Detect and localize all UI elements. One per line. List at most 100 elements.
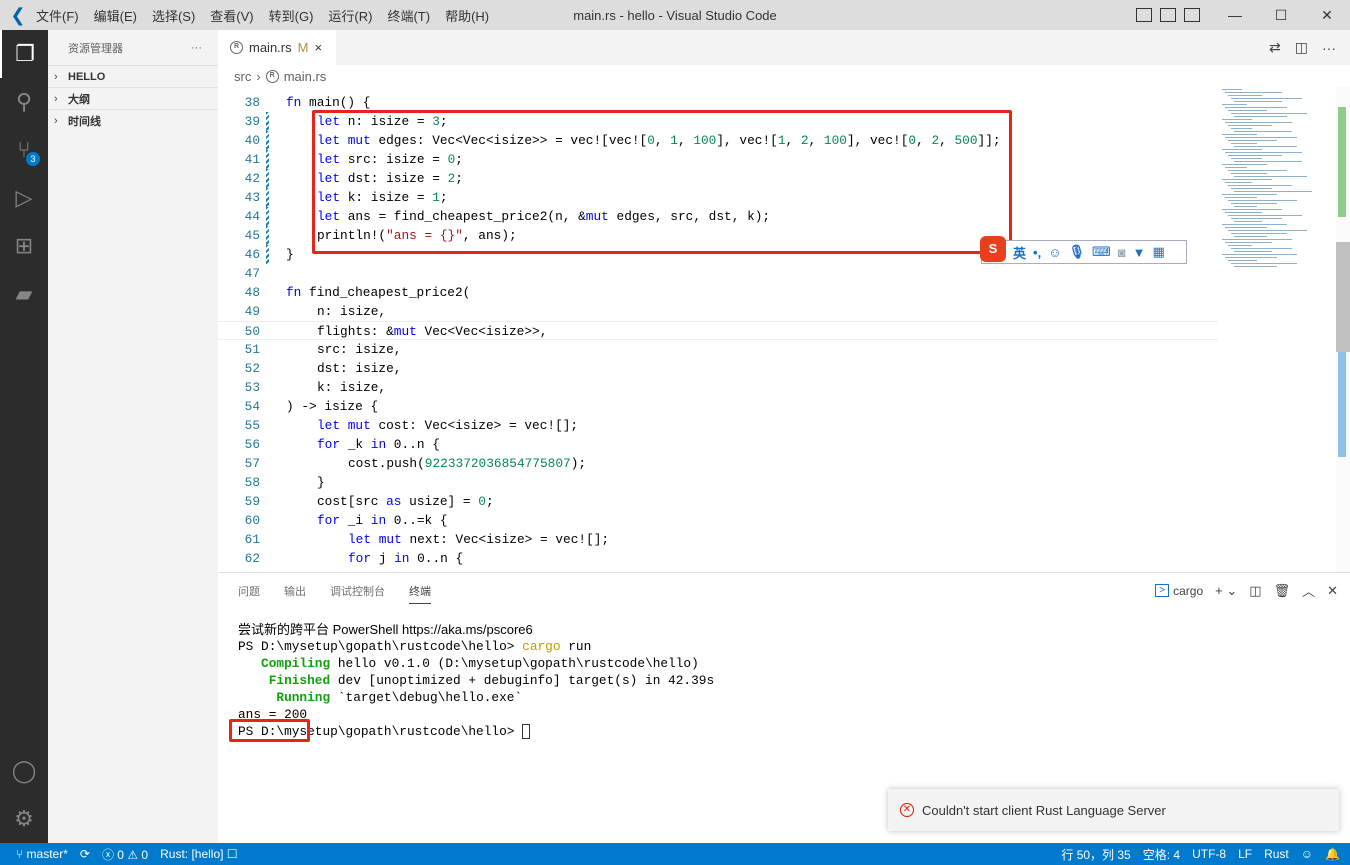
split-editor-icon[interactable]: ◫	[1295, 39, 1308, 56]
menu-item[interactable]: 转到(G)	[269, 9, 314, 24]
toggle-secondary-sidebar-icon[interactable]	[1184, 8, 1200, 22]
menu-item[interactable]: 帮助(H)	[445, 9, 489, 24]
minimap-line	[1228, 125, 1272, 126]
indentation[interactable]: 空格: 4	[1143, 846, 1180, 863]
minimap-line	[1228, 170, 1287, 171]
language-mode[interactable]: Rust	[1264, 847, 1289, 861]
code-token: _k	[340, 437, 371, 452]
scrollbar-thumb[interactable]	[1336, 242, 1350, 352]
line-number: 53	[244, 380, 260, 395]
toggle-sidebar-icon[interactable]	[1136, 8, 1152, 22]
tab-output[interactable]: 输出	[284, 583, 306, 604]
problems-item[interactable]: ⓧ 0 ⚠ 0	[102, 846, 148, 863]
search-icon[interactable]: ⚲	[0, 78, 48, 126]
code-line: 52 dst: isize,	[218, 359, 1218, 378]
run-debug-icon[interactable]: ▷	[0, 174, 48, 222]
cursor-position[interactable]: 行 50，列 35	[1061, 846, 1130, 863]
breadcrumb-folder[interactable]: src	[234, 69, 251, 84]
account-icon[interactable]: ◯	[0, 747, 48, 795]
split-terminal-icon[interactable]: ◫	[1249, 583, 1261, 599]
vscode-logo-icon: ❮	[10, 4, 26, 25]
grid-icon[interactable]: ▦	[1152, 244, 1164, 260]
maximize-button[interactable]: ☐	[1258, 0, 1304, 30]
user-card-icon[interactable]: ◙	[1118, 245, 1126, 260]
more-actions-icon[interactable]: ···	[1322, 40, 1336, 56]
minimize-button[interactable]: —	[1212, 0, 1258, 30]
toggle-panel-icon[interactable]	[1160, 8, 1176, 22]
close-window-button[interactable]: ✕	[1304, 0, 1350, 30]
menu-item[interactable]: 运行(R)	[328, 9, 372, 24]
line-number: 45	[244, 228, 260, 243]
minimap-line	[1231, 158, 1262, 159]
tab-terminal[interactable]: 终端	[409, 583, 431, 604]
code-text: n: isize,	[317, 302, 386, 321]
ime-punctuation-toggle[interactable]: •,	[1033, 245, 1041, 260]
minimap-line	[1222, 89, 1242, 90]
tab-problems[interactable]: 问题	[238, 583, 260, 604]
open-changes-icon[interactable]: ⇄	[1269, 39, 1281, 56]
minimap-line	[1228, 215, 1302, 216]
section-timeline[interactable]: › 时间线	[48, 109, 218, 131]
terminal-token: 尝试新的跨平台 PowerShell https://aka.ms/pscore…	[238, 622, 533, 637]
layout-controls	[1136, 0, 1200, 30]
more-actions-button[interactable]: ···	[191, 42, 202, 54]
minimap-line	[1231, 233, 1287, 234]
modified-gutter-marker	[266, 112, 269, 131]
extensions-icon[interactable]: ⊞	[0, 222, 48, 270]
line-ending[interactable]: LF	[1238, 847, 1252, 861]
line-number: 61	[244, 532, 260, 547]
shirt-icon[interactable]: ▼	[1133, 245, 1146, 260]
code-line: 56 for _k in 0..n {	[218, 435, 1218, 454]
feedback-icon[interactable]: ☺	[1301, 847, 1313, 861]
docker-icon[interactable]: ▰	[0, 270, 48, 318]
rust-status[interactable]: Rust: [hello] ☐	[160, 847, 237, 861]
gear-icon[interactable]: ⚙	[0, 795, 48, 843]
section-hello[interactable]: › HELLO	[48, 65, 218, 87]
emoji-icon[interactable]: ☺	[1048, 245, 1061, 260]
terminal-shell-icon: >	[1155, 584, 1170, 597]
minimap-line	[1231, 188, 1272, 189]
close-panel-icon[interactable]: ✕	[1327, 583, 1338, 599]
section-outline[interactable]: › 大纲	[48, 87, 218, 109]
branch-item[interactable]: ⑂ master*	[16, 847, 68, 861]
ime-language-toggle[interactable]: 英	[1013, 243, 1026, 262]
breadcrumb-file[interactable]: main.rs	[284, 69, 327, 84]
close-tab-icon[interactable]: ×	[314, 40, 322, 55]
rust-file-icon: R	[265, 69, 279, 83]
code-token: }	[286, 247, 294, 262]
line-number: 46	[244, 247, 260, 262]
sogou-logo-icon[interactable]: S	[980, 236, 1006, 262]
code-token: 0..n {	[386, 437, 440, 452]
minimap-line	[1234, 191, 1312, 192]
menu-item[interactable]: 终端(T)	[387, 9, 430, 24]
minimap-line	[1228, 110, 1267, 111]
menu-item[interactable]: 选择(S)	[152, 9, 195, 24]
sync-icon[interactable]: ⟳	[80, 847, 90, 861]
minimap-line	[1222, 209, 1282, 210]
terminal-shell-label[interactable]: cargo	[1173, 584, 1203, 598]
trash-icon[interactable]: 🗑	[1274, 583, 1291, 599]
menu-item[interactable]: 编辑(E)	[94, 9, 137, 24]
editor-scrollbar[interactable]	[1336, 87, 1350, 572]
new-terminal-icon[interactable]: + ⌄	[1215, 583, 1237, 599]
minimap-line	[1222, 224, 1287, 225]
terminal-token: Compiling	[238, 656, 331, 671]
code-text: let mut next: Vec<isize> = vec![];	[348, 530, 609, 549]
notifications-bell-icon[interactable]: 🔔	[1325, 847, 1340, 861]
minimap-line	[1225, 197, 1257, 198]
minimap-line	[1228, 140, 1277, 141]
minimap[interactable]	[1218, 87, 1336, 572]
tab-main-rs[interactable]: R main.rs M ×	[218, 30, 336, 65]
menu-item[interactable]: 查看(V)	[210, 9, 253, 24]
explorer-icon[interactable]: ❐	[0, 30, 48, 78]
encoding[interactable]: UTF-8	[1192, 847, 1226, 861]
maximize-panel-icon[interactable]: ︿	[1302, 581, 1315, 600]
section-label: 大纲	[68, 93, 90, 106]
menu-item[interactable]: 文件(F)	[36, 9, 79, 24]
source-control-icon[interactable]: ⑂ 3	[0, 126, 48, 174]
code-line: 58}	[218, 473, 1218, 492]
highlight-box-answer	[229, 719, 310, 742]
keyboard-icon[interactable]: ⌨	[1092, 244, 1111, 260]
tab-debug-console[interactable]: 调试控制台	[330, 583, 385, 604]
microphone-icon[interactable]: 🎙	[1068, 244, 1085, 260]
